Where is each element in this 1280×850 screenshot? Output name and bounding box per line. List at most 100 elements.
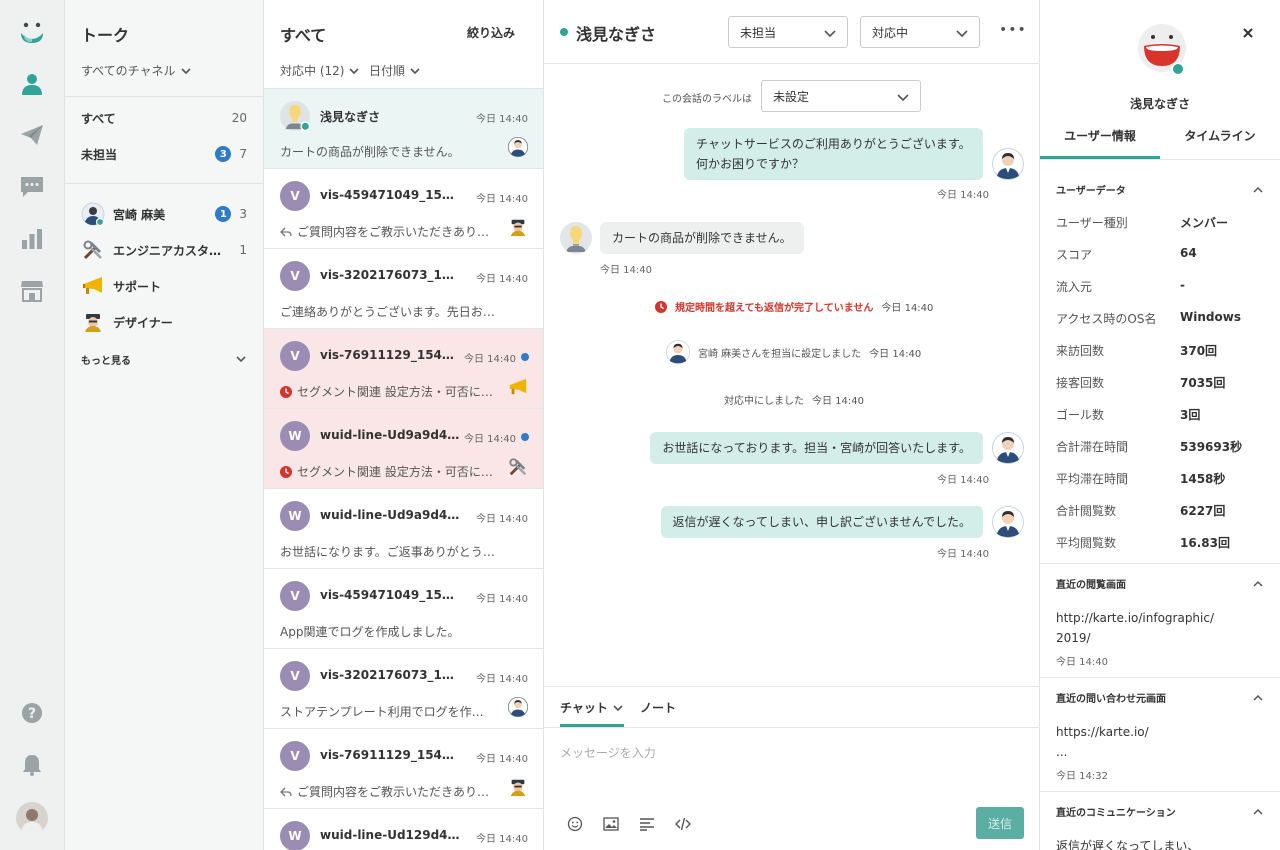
- conversation-time: 今日 14:40: [476, 114, 528, 125]
- user-data-key: ゴール数: [1056, 408, 1105, 422]
- clock-alert-icon: [280, 385, 292, 398]
- reply-icon: [280, 227, 292, 236]
- help-icon[interactable]: ?: [0, 693, 64, 733]
- sidebar-item-count: 20: [231, 111, 247, 125]
- image-icon[interactable]: [600, 813, 622, 835]
- operator-avatar-icon: [508, 137, 528, 157]
- emoji-icon[interactable]: [564, 813, 586, 835]
- conversation-items: 浅見なぎさ 今日 14:40 カートの商品が削除できません。 Vvis-4594710…: [264, 88, 543, 850]
- close-icon[interactable]: [1239, 24, 1257, 42]
- status-filter-dropdown[interactable]: 対応中 (12): [280, 62, 360, 79]
- user-profile-avatar-icon: [1136, 22, 1188, 78]
- conversation-preview: ご連絡ありがとうございます。先日お問い合わせの件について: [280, 303, 495, 320]
- message-text: チャットサービスのご利用ありがとうございます。: [696, 137, 971, 151]
- divider: [1040, 791, 1280, 792]
- designer-avatar-icon: [508, 217, 528, 237]
- status-select[interactable]: 対応中: [860, 16, 980, 48]
- recent-page-url[interactable]: http://karte.io/infographic/ 2019/: [1056, 608, 1256, 648]
- channel-sidebar: トーク すべてのチャネル すべて 20 未担当 3 7 宮崎 麻美 1 3 エン…: [65, 0, 264, 850]
- conversation-time: 今日 14:40: [476, 594, 528, 605]
- inquiry-time: 今日 14:32: [1056, 771, 1108, 782]
- conversation-name: vis-76911129_15409136...: [320, 748, 462, 762]
- message-input[interactable]: [560, 741, 1024, 765]
- designer-avatar-icon: [508, 777, 528, 797]
- sidebar-item-designer[interactable]: デザイナー: [81, 308, 247, 336]
- sidebar-item-support[interactable]: サポート: [81, 272, 247, 300]
- sidebar-item-unassigned[interactable]: 未担当 3 7: [81, 140, 247, 168]
- conversation-item[interactable]: 浅見なぎさ 今日 14:40 カートの商品が削除できません。: [264, 89, 543, 169]
- clock-alert-icon: [655, 300, 667, 313]
- conversation-item[interactable]: Vvis-3202176073_153429... 今日 14:40 ストアテンプレ…: [264, 649, 543, 729]
- channel-filter-label: すべてのチャネル: [81, 64, 176, 78]
- user-data-key: 流入元: [1056, 280, 1093, 294]
- tab-user-info[interactable]: ユーザー情報: [1040, 127, 1160, 144]
- sort-dropdown[interactable]: 日付順: [369, 62, 421, 79]
- tab-chat[interactable]: チャット: [560, 699, 624, 716]
- conversation-item[interactable]: Wwuid-line-Ud9a9d4d9d1... 今日 14:40 お世話になりま…: [264, 489, 543, 569]
- send-nav-icon[interactable]: [0, 115, 64, 155]
- conversation-preview: ご質問内容をご教示いただきありがとうございます。: [280, 223, 495, 240]
- conversation-preview: お世話になります。ご返事ありがとうございます。: [280, 543, 495, 560]
- inquiry-section-header[interactable]: 直近の問い合わせ元画面: [1056, 690, 1264, 705]
- conversation-item[interactable]: Vvis-76911129_15409136...今日 14:40 セグメント関連…: [264, 329, 543, 409]
- conversation-item[interactable]: Vvis-459471049_1541734... 今日 14:40 App関連でロ…: [264, 569, 543, 649]
- show-more-button[interactable]: もっと見る: [81, 345, 247, 373]
- event-text: 宮崎 麻美さんを担当に設定しました: [698, 348, 862, 360]
- icon-rail: ?: [0, 0, 65, 850]
- tab-note[interactable]: ノート: [640, 699, 676, 716]
- assignee-select[interactable]: 未担当: [728, 16, 848, 48]
- chat-nav-icon[interactable]: [0, 167, 64, 207]
- filter-button[interactable]: 絞り込み: [467, 24, 515, 41]
- more-options-icon[interactable]: •••: [999, 22, 1027, 38]
- conversation-item[interactable]: Vvis-3202176073_153429... 今日 14:40 ご連絡ありがと…: [264, 249, 543, 329]
- conversation-preview: カートの商品が削除できません。: [280, 143, 495, 160]
- conversation-item[interactable]: Vvis-76911129_15409136... 今日 14:40 ご質問内容をご…: [264, 729, 543, 809]
- operator-avatar-icon: [992, 432, 1024, 464]
- label-select[interactable]: 未設定: [761, 80, 921, 112]
- recent-page-section-header[interactable]: 直近の閲覧画面: [1056, 576, 1264, 591]
- conversation-item[interactable]: Vvis-459471049_1541734... 今日 14:40 ご質問内容をご…: [264, 169, 543, 249]
- notification-bell-icon[interactable]: [0, 745, 64, 785]
- conversation-time: 今日 14:40: [476, 194, 528, 205]
- conversation-preview: App関連でログを作成しました。: [280, 623, 495, 640]
- sidebar-item-engineer-customer[interactable]: エンジニアカスタマー 1: [81, 236, 247, 264]
- user-data-key: ユーザー種別: [1056, 216, 1128, 230]
- user-nav-icon[interactable]: [0, 64, 64, 104]
- conversation-avatar: V: [280, 181, 310, 211]
- sidebar-item-all[interactable]: すべて 20: [81, 104, 247, 132]
- store-nav-icon[interactable]: [0, 271, 64, 311]
- user-message: カートの商品が削除できません。: [600, 222, 804, 254]
- account-avatar-icon[interactable]: [0, 798, 64, 838]
- preview-text: カートの商品が削除できません。: [280, 145, 460, 159]
- user-data-key: 平均閲覧数: [1056, 536, 1117, 550]
- conversation-name: vis-76911129_15409136...: [320, 348, 462, 362]
- chevron-down-icon: [897, 94, 909, 102]
- conversation-avatar: W: [280, 421, 310, 451]
- conversation-item[interactable]: Wwuid-line-Ud129d4c6d2... 今日 14:40: [264, 809, 543, 850]
- app-logo-icon[interactable]: [0, 12, 64, 52]
- conversation-item[interactable]: Wwuid-line-Ud9a9d4d9d9...今日 14:40 セグメント関連…: [264, 409, 543, 489]
- code-icon[interactable]: [672, 813, 694, 835]
- reply-icon: [280, 787, 292, 796]
- send-button[interactable]: 送信: [976, 807, 1024, 839]
- communication-section-header[interactable]: 直近のコミュニケーション: [1056, 804, 1264, 819]
- sidebar-item-count: 3: [239, 207, 247, 221]
- message-time: 今日 14:40: [600, 265, 652, 276]
- channel-filter-dropdown[interactable]: すべてのチャネル: [81, 62, 192, 79]
- template-icon[interactable]: [636, 813, 658, 835]
- sidebar-item-miyazaki[interactable]: 宮崎 麻美 1 3: [81, 200, 247, 228]
- conversation-avatar: W: [280, 501, 310, 531]
- user-data-section-header[interactable]: ユーザーデータ: [1056, 182, 1264, 197]
- user-data-value: 1458秒: [1180, 472, 1226, 486]
- event-time: 今日 14:40: [869, 348, 922, 360]
- status-select-value: 対応中: [872, 25, 909, 40]
- tab-timeline[interactable]: タイムライン: [1160, 127, 1280, 144]
- user-data-key: 合計滞在時間: [1056, 440, 1129, 454]
- user-info-panel: 浅見なぎさ ユーザー情報 タイムライン ユーザーデータ ユーザー種別 メンバー スコ…: [1040, 0, 1280, 850]
- conversation-time: 今日 14:40: [476, 514, 528, 525]
- conversation-avatar: V: [280, 341, 310, 371]
- section-title: 直近の問い合わせ元画面: [1056, 694, 1166, 705]
- analytics-nav-icon[interactable]: [0, 219, 64, 259]
- chat-user-name: 浅見なぎさ: [576, 25, 657, 44]
- inquiry-url[interactable]: https://karte.io/ ...: [1056, 722, 1256, 762]
